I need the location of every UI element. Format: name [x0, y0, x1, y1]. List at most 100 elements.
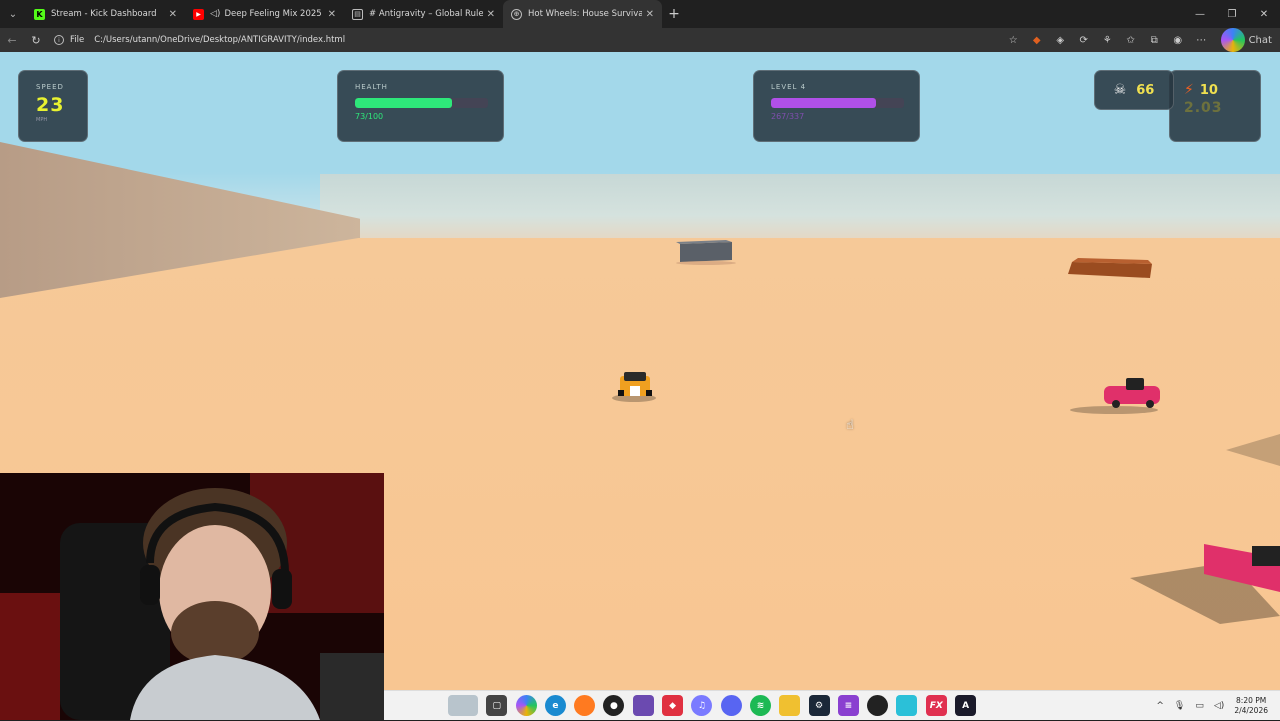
globe-icon: ⊕ [511, 9, 522, 20]
new-tab-plus-icon[interactable]: + [662, 6, 686, 22]
volume-icon[interactable]: ◁) [1214, 701, 1224, 711]
brown-plank-obstacle [1058, 256, 1158, 284]
steam-icon[interactable]: ⚙ [809, 695, 830, 716]
windows-taskbar: ▢ e ● ◆ ♫ ≋ ⚙ ≡ FX A ^ 🎙 ▭ ◁) 8:20 PM 2/… [384, 690, 1280, 720]
refresh-extension-icon[interactable]: ⟳ [1072, 28, 1096, 52]
streamer-webcam-image [0, 473, 384, 720]
back-arrow-icon[interactable]: ← [0, 28, 24, 52]
energy-panel: ⚡ 10 2.03 [1169, 70, 1261, 142]
grey-block-obstacle [668, 240, 738, 266]
kick-icon: K [34, 9, 45, 20]
fx-app-icon[interactable]: FX [926, 695, 947, 716]
health-bar [355, 98, 488, 108]
level-label: LEVEL 4 [771, 83, 902, 91]
energy-value: 10 [1200, 83, 1218, 98]
hand-cursor-icon: ☝ [846, 418, 860, 434]
app-red-icon[interactable]: ◆ [662, 695, 683, 716]
tab-deep-feeling-mix[interactable]: ▶ ◁) Deep Feeling Mix 2025 - Deep ✕ [185, 0, 344, 28]
browser-tab-strip: ⌄ K Stream - Kick Dashboard ✕ ▶ ◁) Deep … [0, 0, 1280, 28]
network-icon[interactable]: ▭ [1195, 701, 1204, 711]
player-car [610, 368, 660, 404]
favorites-icon[interactable]: ✩ [1119, 28, 1143, 52]
pink-enemy-car [1068, 374, 1168, 416]
skull-icon: ☠ [1114, 82, 1127, 98]
profile-avatar-icon[interactable]: ◉ [1166, 28, 1190, 52]
speed-unit: MPH [36, 117, 87, 123]
tray-overflow-chevron-icon[interactable]: ^ [1156, 701, 1164, 711]
back-wall [320, 174, 1280, 244]
tab-kick-dashboard[interactable]: K Stream - Kick Dashboard ✕ [26, 0, 185, 28]
chat-label: Chat [1249, 28, 1273, 52]
antigravity-app-icon[interactable]: A [955, 695, 976, 716]
info-icon[interactable]: i [54, 35, 64, 45]
copilot-app-icon[interactable] [516, 695, 537, 716]
spotify-icon[interactable]: ≋ [750, 695, 771, 716]
tab-hot-wheels[interactable]: ⊕ Hot Wheels: House Survival ✕ [503, 0, 662, 28]
clock-date: 2/4/2026 [1234, 706, 1268, 716]
webcam-overlay [0, 473, 384, 720]
extension-diamond-icon[interactable]: ◈ [1049, 28, 1073, 52]
app-stack-icon[interactable]: ≡ [838, 695, 859, 716]
health-bar-fill [355, 98, 452, 108]
kills-value: 66 [1136, 83, 1154, 98]
microphone-icon[interactable]: 🎙 [1174, 701, 1185, 711]
xp-value: 267/337 [771, 112, 902, 121]
app-cyan-icon[interactable] [896, 695, 917, 716]
url-scheme: File [70, 35, 84, 45]
minimize-icon[interactable]: — [1184, 0, 1216, 28]
tab-title: Stream - Kick Dashboard [51, 9, 165, 19]
tab-title: Hot Wheels: House Survival [528, 9, 642, 19]
tab-title: Deep Feeling Mix 2025 - Deep [224, 9, 323, 19]
tab-title: # Antigravity – Global Rules File# [369, 9, 483, 19]
close-window-icon[interactable]: ✕ [1248, 0, 1280, 28]
health-panel: HEALTH 73/100 [337, 70, 504, 142]
star-favorite-icon[interactable]: ☆ [1002, 28, 1026, 52]
app-dark-icon[interactable] [867, 695, 888, 716]
address-toolbar: ← ↻ i File C:/Users/utann/OneDrive/Deskt… [0, 28, 1280, 52]
clock-time: 8:20 PM [1234, 696, 1268, 706]
toolbar-icons: ☆ ◆ ◈ ⟳ ⚘ ✩ ⧉ ◉ ⋯ Chat [1002, 28, 1280, 52]
close-tab-icon[interactable]: ✕ [328, 9, 336, 20]
address-field[interactable]: i File C:/Users/utann/OneDrive/Desktop/A… [54, 31, 345, 49]
document-icon: ▤ [352, 9, 363, 20]
discord-icon[interactable] [721, 695, 742, 716]
task-view-icon[interactable]: ▢ [486, 695, 507, 716]
refresh-icon[interactable]: ↻ [24, 28, 48, 52]
copilot-icon [1221, 28, 1245, 52]
firefox-icon[interactable] [574, 695, 595, 716]
obs-icon[interactable]: ● [603, 695, 624, 716]
clock[interactable]: 8:20 PM 2/4/2026 [1234, 696, 1268, 716]
file-explorer-icon[interactable] [779, 695, 800, 716]
tab-antigravity-rules[interactable]: ▤ # Antigravity – Global Rules File# ✕ [344, 0, 503, 28]
level-panel: LEVEL 4 267/337 [753, 70, 920, 142]
itunes-icon[interactable]: ♫ [691, 695, 712, 716]
health-label: HEALTH [355, 83, 486, 91]
close-tab-icon[interactable]: ✕ [169, 9, 177, 20]
youtube-icon: ▶ [193, 9, 204, 20]
copilot-chat-button[interactable]: Chat [1213, 28, 1280, 52]
close-tab-icon[interactable]: ✕ [487, 9, 495, 20]
speed-value: 23 [36, 94, 87, 116]
health-value: 73/100 [355, 112, 486, 121]
extensions-puzzle-icon[interactable]: ⚘ [1096, 28, 1120, 52]
xp-bar [771, 98, 904, 108]
xp-bar-fill [771, 98, 876, 108]
offscreen-obstacle-shadow [1220, 432, 1280, 472]
energy-subvalue: 2.03 [1184, 100, 1260, 116]
restore-icon[interactable]: ❐ [1216, 0, 1248, 28]
system-tray: ^ 🎙 ▭ ◁) 8:20 PM 2/4/2026 [1156, 691, 1268, 721]
url-text: C:/Users/utann/OneDrive/Desktop/ANTIGRAV… [94, 35, 345, 45]
tab-actions-chevron-icon[interactable]: ⌄ [0, 0, 26, 28]
lightning-bolt-icon: ⚡ [1184, 82, 1194, 98]
speed-label: SPEED [36, 83, 87, 91]
speed-panel: SPEED 23 MPH [18, 70, 88, 142]
collections-icon[interactable]: ⧉ [1143, 28, 1167, 52]
close-tab-icon[interactable]: ✕ [646, 9, 654, 20]
speaker-icon[interactable]: ◁) [210, 9, 220, 19]
extension-fox-icon[interactable]: ◆ [1025, 28, 1049, 52]
more-menu-icon[interactable]: ⋯ [1190, 28, 1214, 52]
kills-panel: ☠ 66 [1094, 70, 1174, 110]
app-purple-icon[interactable] [633, 695, 654, 716]
desktop-preview-icon[interactable] [448, 695, 478, 716]
edge-browser-icon[interactable]: e [545, 695, 566, 716]
